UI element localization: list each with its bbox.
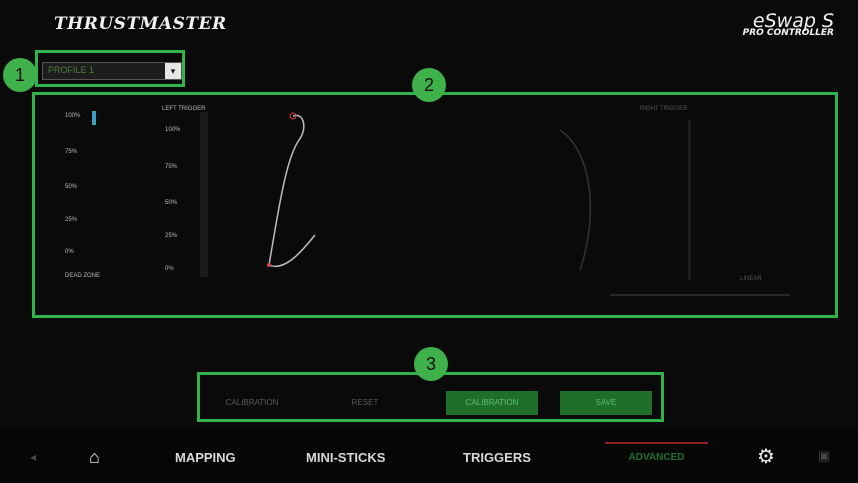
curve-mode-label: LINEAR [740, 276, 762, 282]
left-value-field[interactable]: 75% [165, 164, 177, 170]
gear-icon[interactable]: ⚙ [757, 444, 775, 469]
left-value-field[interactable]: 25% [165, 233, 177, 239]
curve-point[interactable] [267, 263, 271, 267]
left-value-field[interactable]: 0% [165, 266, 174, 272]
dead-zone-label: DEAD ZONE [65, 273, 101, 279]
reset-button[interactable]: RESET [330, 391, 400, 415]
home-icon[interactable]: ⌂ [89, 447, 100, 468]
right-trigger-slider[interactable] [688, 120, 691, 280]
back-icon[interactable]: ◂ [30, 450, 36, 464]
nav-mini-sticks[interactable]: MINI-STICKS [306, 450, 385, 465]
nav-mapping[interactable]: MAPPING [175, 450, 236, 465]
profile-select-value: PROFILE 1 [48, 65, 95, 75]
left-scale-label: 0% [65, 249, 74, 255]
left-scale-label: 100% [65, 113, 81, 119]
chevron-down-icon[interactable]: ▾ [165, 63, 181, 79]
exit-icon[interactable]: ▣ [818, 448, 830, 464]
callout-badge-2: 2 [412, 68, 446, 102]
response-curve [268, 114, 316, 268]
right-divider [610, 294, 790, 296]
left-trigger-header: LEFT TRIGGER [162, 106, 206, 112]
nav-advanced-tab[interactable]: ADVANCED [605, 442, 708, 472]
nav-triggers[interactable]: TRIGGERS [463, 450, 531, 465]
left-trigger-slider[interactable] [200, 112, 208, 277]
left-value-field[interactable]: 100% [165, 127, 180, 133]
calibration-active-button[interactable]: CALIBRATION [446, 391, 538, 415]
right-trigger-header: RIGHT TRIGGER [640, 106, 688, 112]
trigger-panel-highlight [32, 92, 838, 318]
nav-advanced-label: ADVANCED [628, 452, 685, 463]
left-scale-label: 75% [65, 149, 78, 155]
save-button[interactable]: SAVE [560, 391, 652, 415]
thrustmaster-logo: THRUSTMASTER [54, 14, 227, 34]
right-trigger-curve-graph[interactable] [520, 120, 630, 280]
product-title: eSwap S PRO CONTROLLER [743, 10, 834, 38]
callout-badge-3: 3 [414, 347, 448, 381]
left-trigger-indicator [92, 111, 96, 125]
response-curve [559, 129, 592, 271]
left-scale-label: 50% [65, 184, 78, 190]
left-scale-label: 25% [65, 217, 78, 223]
product-sub-label: PRO CONTROLLER [742, 28, 834, 38]
calibration-button[interactable]: CALIBRATION [213, 391, 291, 415]
left-value-field[interactable]: 50% [165, 200, 177, 206]
bottom-navbar [0, 430, 858, 483]
callout-badge-1: 1 [3, 58, 37, 92]
left-trigger-curve-graph[interactable] [255, 100, 335, 290]
profile-select[interactable]: PROFILE 1 ▾ [42, 62, 182, 80]
